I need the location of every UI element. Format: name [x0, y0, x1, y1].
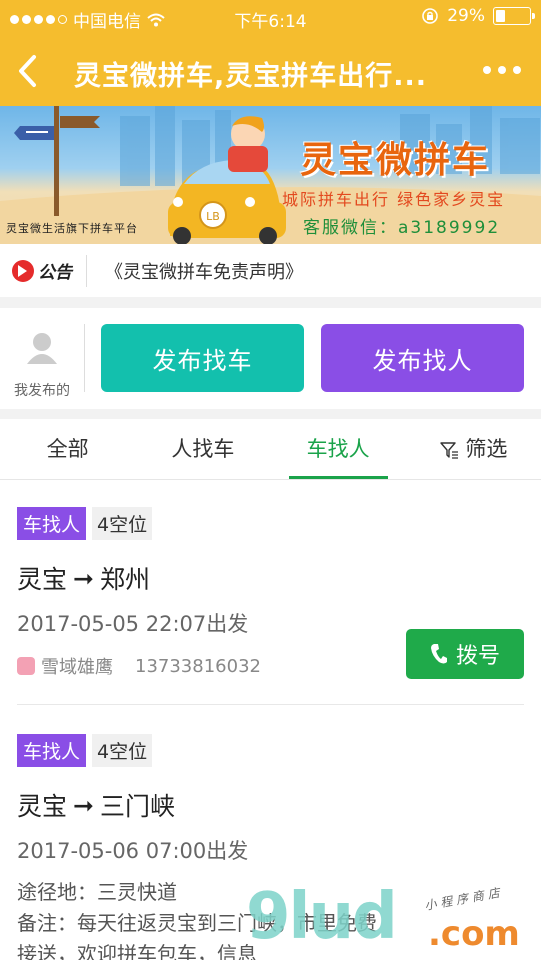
publish-find-car-button[interactable]: 发布找车: [101, 324, 304, 392]
phone-icon: [430, 644, 447, 664]
battery-percent: 29%: [447, 6, 485, 26]
rotation-lock-icon: [422, 8, 439, 24]
poster-name: 雪域雄鹰: [41, 657, 113, 678]
tab-car-find-person[interactable]: 车找人: [271, 419, 406, 479]
nav-bar: 灵宝微拼车,灵宝拼车出行...: [0, 36, 541, 106]
listing-details: 途径地：三灵快道 备注：每天往返灵宝到三门峡，市里免费接送，欢迎拼车包车，信息: [17, 877, 377, 960]
route: 灵宝 ➞ 三门峡: [17, 787, 175, 823]
chevron-left-icon[interactable]: [14, 53, 42, 89]
listing-card[interactable]: 车找人 4空位 灵宝 ➞ 郑州 2017-05-05 22:07出发 雪域雄鹰 …: [0, 480, 541, 705]
notice-bar[interactable]: 公告 《灵宝微拼车免责声明》: [0, 244, 541, 297]
listing-type-badge: 车找人: [17, 507, 87, 540]
departure-time: 2017-05-06 07:00出发: [17, 839, 249, 863]
notice-badge: 公告: [12, 258, 72, 283]
arrow-right-icon: ➞: [73, 790, 94, 820]
filter-tabs: 全部 人找车 车找人 筛选: [0, 419, 541, 480]
divider: [17, 704, 524, 705]
tab-filter[interactable]: 筛选: [406, 419, 541, 479]
battery-icon: [493, 7, 535, 25]
tab-all[interactable]: 全部: [0, 419, 135, 479]
banner-brand: 灵宝微拼车: [300, 140, 491, 181]
arrow-right-icon: ➞: [73, 563, 94, 593]
route: 灵宝 ➞ 郑州: [17, 560, 150, 596]
listing-list: 车找人 4空位 灵宝 ➞ 郑州 2017-05-05 22:07出发 雪域雄鹰 …: [0, 480, 541, 960]
publish-find-person-button[interactable]: 发布找人: [321, 324, 524, 392]
filter-icon: [440, 442, 459, 459]
route-to: 郑州: [99, 565, 150, 594]
route-from: 灵宝: [17, 565, 68, 594]
poster-phone: 13733816032: [135, 655, 261, 677]
route-to: 三门峡: [99, 792, 175, 821]
banner-slogan: 城际拼车出行 绿色家乡灵宝: [282, 190, 506, 209]
publish-section: 我发布的 发布找车 发布找人: [0, 308, 541, 409]
page-title: 灵宝微拼车,灵宝拼车出行...: [74, 61, 428, 92]
listing-type-badge: 车找人: [17, 734, 87, 767]
my-posts-label: 我发布的: [14, 383, 70, 399]
seats-badge: 4空位: [92, 734, 153, 767]
banner-tagline: 灵宝微生活旗下拼车平台: [6, 222, 138, 235]
dial-button[interactable]: 拨号: [406, 629, 524, 679]
tab-person-find-car[interactable]: 人找车: [135, 419, 270, 479]
route-from: 灵宝: [17, 792, 68, 821]
notice-text: 《灵宝微拼车免责声明》: [105, 261, 303, 283]
my-posts-button[interactable]: 我发布的: [10, 330, 74, 400]
divider: [84, 324, 85, 392]
status-bar: 中国电信 下午6:14 29%: [0, 0, 541, 36]
listing-card[interactable]: 车找人 4空位 灵宝 ➞ 三门峡 2017-05-06 07:00出发 途径地：…: [0, 706, 541, 960]
svg-text:LB: LB: [206, 210, 220, 223]
note-text: 备注：每天往返灵宝到三门峡，市里免费接送，欢迎拼车包车，信息: [17, 911, 377, 960]
user-icon: [17, 657, 35, 675]
divider: [86, 254, 87, 287]
user-avatar-icon: [27, 333, 57, 364]
seats-badge: 4空位: [92, 507, 153, 540]
via-text: 途径地：三灵快道: [17, 880, 177, 904]
megaphone-icon: [12, 259, 34, 282]
departure-time: 2017-05-05 22:07出发: [17, 612, 249, 636]
more-dots-icon[interactable]: [483, 66, 521, 74]
promo-banner[interactable]: LB 灵宝微拼车 城际拼车出行 绿色家乡灵宝 客服微信：a3189992 灵宝微…: [0, 106, 541, 244]
banner-service: 客服微信：a3189992: [303, 218, 501, 238]
poster-info: 雪域雄鹰 13733816032: [17, 653, 261, 679]
